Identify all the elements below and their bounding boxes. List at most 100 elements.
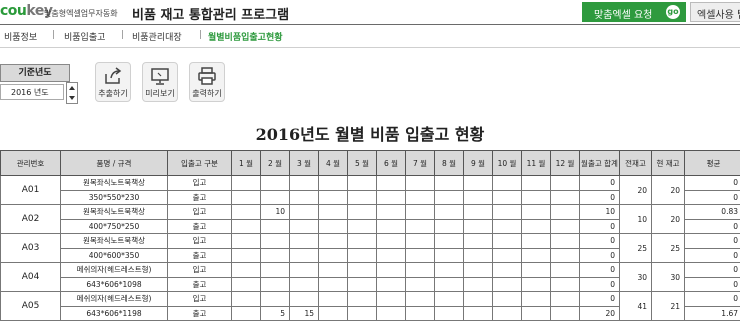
month-cell[interactable] (405, 218, 435, 234)
month-cell[interactable] (289, 189, 319, 205)
month-cell[interactable] (289, 233, 319, 249)
month-cell[interactable] (492, 276, 522, 292)
total-cell[interactable]: 0 (579, 175, 620, 191)
total-cell[interactable]: 0 (579, 247, 620, 263)
month-cell[interactable] (434, 218, 464, 234)
month-cell[interactable] (347, 218, 377, 234)
total-cell[interactable]: 0 (579, 262, 620, 278)
month-cell[interactable] (550, 204, 580, 220)
month-cell[interactable] (260, 175, 290, 191)
average-cell[interactable]: 1.67 (684, 305, 740, 321)
month-cell[interactable] (463, 291, 493, 307)
month-cell[interactable] (231, 262, 261, 278)
month-cell[interactable] (405, 276, 435, 292)
year-spinner[interactable] (66, 82, 78, 104)
month-cell[interactable] (463, 175, 493, 191)
prev-stock-cell[interactable]: 41 (619, 291, 652, 321)
month-cell[interactable] (463, 233, 493, 249)
month-cell[interactable] (318, 189, 348, 205)
month-cell[interactable] (347, 233, 377, 249)
month-cell[interactable] (521, 262, 551, 278)
current-stock-cell[interactable]: 21 (651, 291, 685, 321)
month-cell[interactable] (463, 305, 493, 321)
current-stock-cell[interactable]: 20 (651, 175, 685, 205)
month-cell[interactable] (231, 291, 261, 307)
spin-down-icon[interactable] (69, 96, 75, 100)
average-cell[interactable]: 0 (684, 218, 740, 234)
average-cell[interactable]: 0 (684, 291, 740, 307)
month-cell[interactable] (492, 291, 522, 307)
month-cell[interactable] (347, 276, 377, 292)
month-cell[interactable] (318, 291, 348, 307)
month-cell[interactable] (434, 204, 464, 220)
month-cell[interactable] (231, 175, 261, 191)
month-cell[interactable] (521, 189, 551, 205)
month-cell[interactable] (347, 189, 377, 205)
in-out-type-cell[interactable]: 출고 (167, 189, 232, 205)
month-cell[interactable]: 5 (260, 305, 290, 321)
month-cell[interactable] (405, 189, 435, 205)
month-cell[interactable] (347, 291, 377, 307)
month-cell[interactable] (405, 262, 435, 278)
month-cell[interactable] (376, 233, 406, 249)
month-cell[interactable] (260, 291, 290, 307)
month-cell[interactable] (550, 291, 580, 307)
item-spec-cell[interactable]: 643*606*1198 (60, 305, 168, 321)
month-cell[interactable] (463, 189, 493, 205)
month-cell[interactable] (492, 204, 522, 220)
month-cell[interactable] (463, 218, 493, 234)
average-cell[interactable]: 0 (684, 247, 740, 263)
month-cell[interactable] (521, 175, 551, 191)
total-cell[interactable]: 0 (579, 233, 620, 249)
month-cell[interactable] (231, 276, 261, 292)
item-name-cell[interactable]: 원목좌식노트북책상 (60, 233, 168, 249)
month-cell[interactable] (289, 175, 319, 191)
month-cell[interactable] (492, 233, 522, 249)
in-out-type-cell[interactable]: 출고 (167, 247, 232, 263)
item-spec-cell[interactable]: 400*600*350 (60, 247, 168, 263)
month-cell[interactable] (463, 204, 493, 220)
month-cell[interactable] (405, 247, 435, 263)
month-cell[interactable] (260, 218, 290, 234)
month-cell[interactable] (405, 291, 435, 307)
month-cell[interactable] (231, 305, 261, 321)
total-cell[interactable]: 0 (579, 218, 620, 234)
item-name-cell[interactable]: 메쉬의자(헤드레스트형) (60, 291, 168, 307)
month-cell[interactable] (289, 276, 319, 292)
prev-stock-cell[interactable]: 30 (619, 262, 652, 292)
item-id-cell[interactable]: A01 (0, 175, 61, 205)
menu-item-monthly-report[interactable]: 월별비품입출고현황 (208, 30, 283, 43)
average-cell[interactable]: 0 (684, 276, 740, 292)
month-cell[interactable] (492, 175, 522, 191)
month-cell[interactable] (521, 291, 551, 307)
month-cell[interactable] (521, 305, 551, 321)
month-cell[interactable] (260, 247, 290, 263)
prev-stock-cell[interactable]: 20 (619, 175, 652, 205)
month-cell[interactable] (550, 262, 580, 278)
month-cell[interactable] (434, 305, 464, 321)
month-cell[interactable] (434, 262, 464, 278)
month-cell[interactable] (289, 204, 319, 220)
item-spec-cell[interactable]: 400*750*250 (60, 218, 168, 234)
month-cell[interactable]: 10 (260, 204, 290, 220)
in-out-type-cell[interactable]: 출고 (167, 305, 232, 321)
month-cell[interactable] (376, 175, 406, 191)
month-cell[interactable] (260, 276, 290, 292)
average-cell[interactable]: 0 (684, 175, 740, 191)
month-cell[interactable] (550, 305, 580, 321)
month-cell[interactable] (318, 247, 348, 263)
month-cell[interactable] (376, 276, 406, 292)
year-value[interactable]: 2016 년도 (0, 84, 64, 100)
in-out-type-cell[interactable]: 입고 (167, 175, 232, 191)
month-cell[interactable] (521, 276, 551, 292)
month-cell[interactable] (231, 218, 261, 234)
month-cell[interactable] (260, 189, 290, 205)
month-cell[interactable] (434, 233, 464, 249)
item-spec-cell[interactable]: 643*606*1098 (60, 276, 168, 292)
in-out-type-cell[interactable]: 입고 (167, 233, 232, 249)
month-cell[interactable] (434, 189, 464, 205)
month-cell[interactable] (463, 276, 493, 292)
month-cell[interactable] (405, 204, 435, 220)
item-id-cell[interactable]: A05 (0, 291, 61, 321)
total-cell[interactable]: 0 (579, 276, 620, 292)
